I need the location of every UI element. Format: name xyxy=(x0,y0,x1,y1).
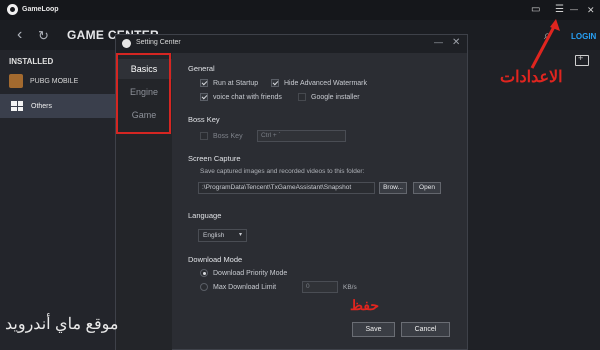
google-installer-label: Google installer xyxy=(311,93,360,101)
general-title: General xyxy=(188,64,215,73)
close-icon[interactable]: ✕ xyxy=(587,3,595,17)
screen-capture-description: Save captured images and recorded videos… xyxy=(200,168,365,175)
grid-icon xyxy=(11,101,23,111)
run-at-startup-label: Run at Startup xyxy=(213,79,259,87)
language-select[interactable]: English ▾ xyxy=(198,229,247,242)
pubg-thumbnail xyxy=(9,74,23,88)
gameloop-logo-icon xyxy=(7,4,18,15)
dialog-close-icon[interactable]: ✕ xyxy=(452,37,460,48)
skin-icon[interactable]: ▭ xyxy=(531,3,540,17)
sidebar-heading: INSTALLED xyxy=(9,57,54,66)
boss-key-shortcut-field[interactable]: Ctrl + ` xyxy=(257,130,346,142)
boss-key-option[interactable]: Boss Key xyxy=(200,132,243,140)
chevron-down-icon: ▾ xyxy=(238,232,242,238)
refresh-icon[interactable]: ↻ xyxy=(38,28,49,44)
download-priority-option[interactable]: Download Priority Mode xyxy=(200,269,287,277)
run-at-startup-option[interactable]: Run at Startup xyxy=(200,79,258,87)
download-priority-radio[interactable] xyxy=(200,269,208,277)
app-logo: GameLoop xyxy=(7,4,59,15)
download-priority-label: Download Priority Mode xyxy=(213,269,288,277)
back-icon[interactable]: ‹ xyxy=(17,26,22,44)
boss-key-label: Boss Key xyxy=(213,132,243,140)
max-download-limit-radio[interactable] xyxy=(200,283,208,291)
setting-center-dialog: Setting Center — ✕ Basics Engine Game Ge… xyxy=(115,34,468,350)
menu-icon[interactable]: ☰ xyxy=(555,3,564,17)
sidebar-item-others[interactable]: Others xyxy=(0,94,115,118)
sidebar: INSTALLED PUBG MOBILE Others xyxy=(0,50,115,350)
open-button[interactable]: Open xyxy=(413,182,441,194)
save-button[interactable]: Save xyxy=(352,322,395,337)
app-name: GameLoop xyxy=(22,6,59,13)
max-download-limit-label: Max Download Limit xyxy=(213,283,277,291)
annotation-settings-label: الاعدادات xyxy=(500,69,563,86)
language-selected: English xyxy=(203,232,225,239)
app-titlebar: GameLoop ▭ ☰ — ✕ xyxy=(0,0,600,20)
voice-chat-option[interactable]: voice chat with friends xyxy=(200,93,282,101)
boss-key-checkbox[interactable] xyxy=(200,132,208,140)
screen-capture-title: Screen Capture xyxy=(188,154,241,163)
annotation-highlight-box xyxy=(116,53,171,134)
voice-chat-checkbox[interactable] xyxy=(200,93,208,101)
boss-key-title: Boss Key xyxy=(188,115,220,124)
dialog-nav: Basics Engine Game xyxy=(116,53,172,350)
browse-button[interactable]: Brow... xyxy=(379,182,407,194)
dialog-logo-icon xyxy=(122,39,131,48)
download-limit-unit: KB/s xyxy=(343,284,357,291)
snapshot-path-field[interactable]: :\ProgramData\Tencent\TxGameAssistant\Sn… xyxy=(198,182,375,194)
dialog-minimize-icon[interactable]: — xyxy=(434,37,443,47)
cancel-button[interactable]: Cancel xyxy=(401,322,450,337)
voice-chat-label: voice chat with friends xyxy=(213,93,282,101)
language-title: Language xyxy=(188,211,222,220)
max-download-limit-option[interactable]: Max Download Limit xyxy=(200,283,276,291)
sidebar-item-label: Others xyxy=(31,102,53,110)
hide-watermark-checkbox[interactable] xyxy=(271,79,279,87)
google-installer-checkbox[interactable] xyxy=(298,93,306,101)
annotation-arrow-icon xyxy=(530,19,560,69)
dialog-title: Setting Center xyxy=(136,39,181,46)
dialog-content: General Run at Startup Hide Advanced Wat… xyxy=(184,53,467,350)
download-limit-field[interactable]: 0 xyxy=(302,281,338,293)
minimize-icon[interactable]: — xyxy=(570,3,578,17)
annotation-save-label: حفظ xyxy=(350,297,380,313)
dialog-titlebar: Setting Center — ✕ xyxy=(116,35,467,53)
hide-watermark-option[interactable]: Hide Advanced Watermark xyxy=(271,79,367,87)
google-installer-option[interactable]: Google installer xyxy=(298,93,360,101)
run-at-startup-checkbox[interactable] xyxy=(200,79,208,87)
login-link[interactable]: LOGIN xyxy=(571,32,596,41)
download-mode-title: Download Mode xyxy=(188,255,243,264)
add-folder-icon[interactable] xyxy=(575,53,589,66)
sidebar-item-label: PUBG MOBILE xyxy=(30,77,79,85)
site-watermark: موقع ماي أندرويد xyxy=(5,316,119,333)
hide-watermark-label: Hide Advanced Watermark xyxy=(284,79,367,87)
sidebar-item-pubg[interactable]: PUBG MOBILE xyxy=(9,74,78,88)
